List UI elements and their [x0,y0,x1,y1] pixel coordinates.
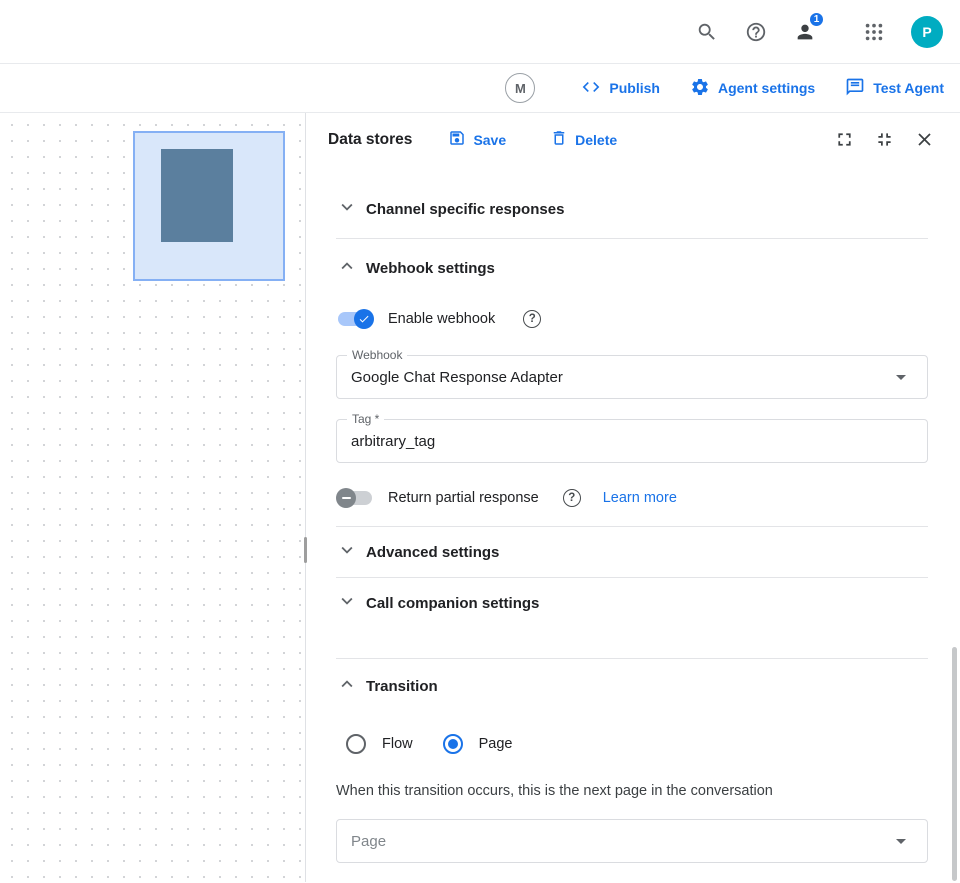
publish-button[interactable]: Publish [581,77,660,100]
section-transition[interactable]: Transition [336,659,928,713]
save-label: Save [473,132,506,148]
transition-description: When this transition occurs, this is the… [336,783,928,799]
agent-toolbar: M Publish Agent settings Test Agent [0,64,960,113]
delete-label: Delete [575,132,617,148]
flow-radio-option[interactable]: Flow [346,734,413,754]
section-advanced-settings[interactable]: Advanced settings [336,527,928,577]
close-icon[interactable] [912,128,936,152]
page-radio-label: Page [479,736,513,752]
help-icon[interactable] [744,20,768,44]
agent-avatar[interactable]: M [505,73,535,103]
chat-icon [845,77,865,100]
help-icon[interactable]: ? [563,489,581,507]
flow-node-preview [161,149,233,242]
section-label: Advanced settings [366,544,499,561]
chevron-down-icon [336,196,358,223]
agent-settings-label: Agent settings [718,80,815,96]
enable-webhook-label: Enable webhook [388,311,495,327]
section-label: Transition [366,678,438,695]
test-agent-label: Test Agent [873,80,944,96]
partial-response-label: Return partial response [388,490,539,506]
learn-more-link[interactable]: Learn more [603,490,677,506]
gear-icon [690,77,710,100]
dropdown-arrow-icon [889,365,913,389]
canvas-scrollbar[interactable] [304,537,307,563]
save-button[interactable]: Save [448,129,506,150]
page-select-placeholder: Page [351,833,386,850]
enable-webhook-toggle[interactable] [336,309,374,329]
section-label: Channel specific responses [366,201,564,218]
panel-body: Channel specific responses Webhook setti… [306,166,960,882]
topbar: 1 P [0,0,960,64]
partial-response-row: Return partial response ? Learn more [336,478,928,518]
dropdown-arrow-icon [889,829,913,853]
flow-canvas[interactable] [0,113,306,882]
section-webhook-settings[interactable]: Webhook settings [336,239,928,297]
tag-input-label: Tag * [347,412,384,426]
main-area: Data stores Save Delete [0,113,960,882]
fullscreen-icon[interactable] [832,128,856,152]
test-agent-button[interactable]: Test Agent [845,77,944,100]
notification-badge: 1 [808,11,825,28]
chevron-up-icon [336,673,358,700]
trash-icon [550,129,568,150]
delete-button[interactable]: Delete [550,129,617,150]
radio-selected-icon [443,734,463,754]
flow-radio-label: Flow [382,736,413,752]
panel-title: Data stores [328,131,412,149]
dash-icon [336,488,356,508]
radio-unselected-icon [346,734,366,754]
check-icon [354,309,374,329]
section-channel-responses[interactable]: Channel specific responses [336,180,928,238]
section-label: Call companion settings [366,595,539,612]
save-icon [448,129,466,150]
tag-input[interactable]: Tag * arbitrary_tag [336,419,928,463]
panel-header: Data stores Save Delete [306,113,960,166]
user-avatar[interactable]: P [911,16,943,48]
webhook-select-value: Google Chat Response Adapter [351,369,563,386]
chevron-down-icon [336,539,358,566]
help-icon[interactable]: ? [523,310,541,328]
panel-header-icons [832,128,936,152]
webhook-select-label: Webhook [347,348,407,362]
panel-scrollbar[interactable] [952,647,957,881]
section-label: Webhook settings [366,260,495,277]
transition-target-radios: Flow Page [336,729,928,759]
code-icon [581,77,601,100]
chevron-up-icon [336,255,358,282]
search-icon[interactable] [695,20,719,44]
webhook-select[interactable]: Webhook Google Chat Response Adapter [336,355,928,399]
data-stores-panel: Data stores Save Delete [306,113,960,882]
section-call-companion[interactable]: Call companion settings [336,578,928,628]
partial-response-toggle[interactable] [336,488,374,508]
chevron-down-icon [336,590,358,617]
exit-fullscreen-icon[interactable] [872,128,896,152]
page-radio-option[interactable]: Page [443,734,513,754]
publish-label: Publish [609,80,660,96]
enable-webhook-row: Enable webhook ? [336,299,928,339]
apps-grid-icon[interactable] [862,20,886,44]
notifications-person-icon[interactable]: 1 [793,20,817,44]
agent-settings-button[interactable]: Agent settings [690,77,815,100]
tag-input-value: arbitrary_tag [351,433,435,450]
flow-node-card[interactable] [133,131,285,281]
page-select[interactable]: Page [336,819,928,863]
